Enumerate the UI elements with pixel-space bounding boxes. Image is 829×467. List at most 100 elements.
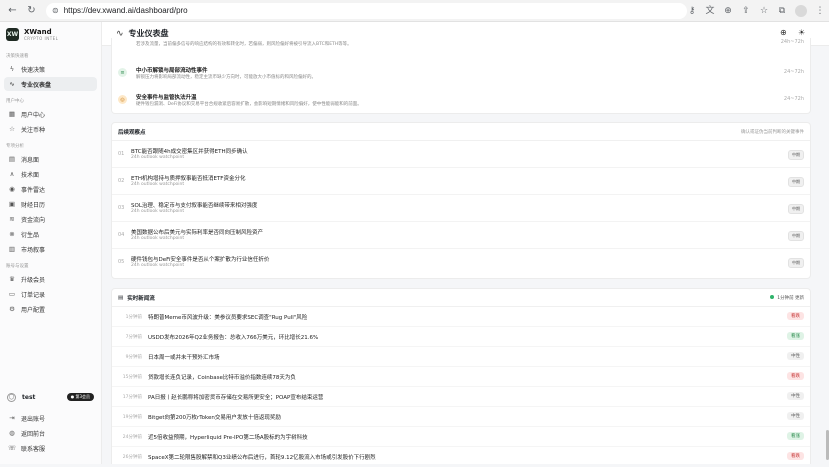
watch-tag: 中期: [788, 150, 804, 160]
news-item[interactable]: 26分钟前 SpaceX第二轮限售股解禁和Q3业绩公布后进行，首轮9.12亿股流…: [112, 447, 810, 467]
news-title: 贷款增长连负记录，Coinbase比特币溢价指数连续78天为负: [148, 375, 296, 381]
sidebar-item-upgrade[interactable]: ♛ 升级会员: [4, 272, 97, 286]
watch-item[interactable]: 04 美国数据公布后美元与实际利率是否同向压制风险资产 24h outlook …: [112, 222, 810, 249]
sidebar-item-label: 快速决策: [21, 66, 46, 74]
sidebar-item-pro-dashboard[interactable]: ∿ 专业仪表盘: [4, 77, 97, 91]
book-icon: ▥: [8, 245, 16, 253]
sidebar-item-event-radar[interactable]: ◉ 事件雷达: [4, 182, 97, 196]
news-time: 15分钟前: [122, 375, 142, 380]
alert-item[interactable]: ◎ 安全事件与监管执法升温 硬件钱包漏洞、DeFi协议和交易平台合规收紧后容易扩…: [112, 92, 810, 118]
news-item[interactable]: 24分钟前 近5倍收益预期，Hyperliquid Pre-IPO第二场A股标的…: [112, 427, 810, 447]
sidebar-section-title: 决策快速看: [6, 54, 29, 59]
sidebar-bottom-nav: ⇥ 退出账号 ◍ 返回前台 ☏ 联系客服: [0, 410, 102, 456]
sidebar-item-technical[interactable]: ∧ 技术面: [4, 167, 97, 181]
extensions-icon[interactable]: ⧉: [777, 6, 787, 16]
watch-num: 05: [118, 259, 125, 265]
watch-item[interactable]: 01 BTC能否跟随4h成交密集区并获得ETH同步确认 24h outlook …: [112, 141, 810, 168]
back-icon[interactable]: ←: [6, 4, 19, 18]
sidebar-item-label: 资金流向: [21, 216, 46, 224]
brand-logo[interactable]: XW XWand CRYPTO INTEL: [0, 22, 101, 47]
address-bar[interactable]: ⊜ https://dev.xwand.ai/dashboard/pro: [46, 2, 687, 19]
radar-icon: ◉: [9, 185, 15, 193]
risk-alerts-card: 若涉及流量，当前偏多信号的响应结构的有效和转化时，若偏弱，则风险偏好将被引导流入…: [111, 38, 811, 114]
news-item[interactable]: 9分钟前 日本周一或并未干预外汇市场 中性: [112, 347, 810, 367]
watch-title: 美国数据公布后美元与实际利率是否同向压制风险资产: [131, 230, 264, 236]
news-title: SpaceX第二轮限售股解禁和Q3业绩公布后进行，首轮9.12亿股流入市场或引发…: [148, 455, 376, 461]
watch-sub: 24h outlook watchpoint: [131, 209, 185, 214]
pulse-icon: ∿: [116, 28, 124, 39]
sentiment-badge: 中性: [787, 392, 804, 400]
share-icon[interactable]: ⇪: [741, 6, 751, 16]
news-item[interactable]: 1分钟前 特朗普Meme币风波升级：美参议员要求SEC调查"Rug Pull"风…: [112, 307, 810, 327]
news-item[interactable]: 19分钟前 Bitget向第200万枚rToken交易用户发放十倍返现奖励 中性: [112, 407, 810, 427]
sentiment-badge: 中性: [787, 412, 804, 420]
sidebar-item-quick-decision[interactable]: ϟ 快速决策: [4, 62, 97, 76]
sentiment-badge: 看跌: [787, 372, 804, 380]
menu-dots-icon[interactable]: ⋮: [815, 6, 825, 16]
alert-title: 中小币解锁与局部流动性事件: [136, 68, 208, 74]
watch-title: ETH机构增持与质押叙事能否抵消ETF资金分化: [131, 176, 246, 182]
browser-toolbar: ← ↻ ⊜ https://dev.xwand.ai/dashboard/pro…: [0, 0, 829, 22]
reload-icon[interactable]: ↻: [25, 4, 38, 18]
sidebar-section-title: 账号与设置: [6, 264, 29, 269]
gear-icon: ⚙: [9, 305, 15, 313]
globe-icon: ◍: [9, 429, 15, 437]
site-info-icon[interactable]: ⊜: [52, 6, 59, 15]
calendar-icon: ▣: [8, 200, 16, 208]
sidebar-item-derivatives[interactable]: ⊗ 衍生品: [4, 227, 97, 241]
flow-icon: ≋: [9, 215, 15, 223]
crown-icon: ♛: [9, 275, 15, 283]
sidebar-item-fund-flow[interactable]: ≋ 资金流向: [4, 212, 97, 226]
watch-item[interactable]: 02 ETH机构增持与质押叙事能否抵消ETF资金分化 24h outlook w…: [112, 168, 810, 195]
news-feed-card: ▤ 实时新闻流 1分钟前 更新 1分钟前 特朗普Meme币风波升级：美参议员要求…: [111, 288, 811, 464]
alert-item[interactable]: ≡ 中小币解锁与局部流动性事件 解锁压力将影响局部流动性，稳定主流币缺少方向时，…: [112, 65, 810, 91]
news-time: 17分钟前: [122, 395, 142, 400]
theme-toggle-icon[interactable]: ☀: [798, 28, 805, 37]
watchpoints-card: 后续观察点 确认或证伪当前判断的关键事件 01 BTC能否跟随4h成交密集区并获…: [111, 122, 811, 279]
watch-title: 硬件钱包与DeFi安全事件是否从个案扩散为行业信任折价: [131, 257, 270, 263]
sidebar-item-logout[interactable]: ⇥ 退出账号: [4, 411, 98, 425]
liquidity-icon: ≡: [118, 68, 127, 77]
sidebar-item-watchlist[interactable]: ☆ 关注币种: [4, 122, 97, 136]
profile-avatar[interactable]: [795, 4, 807, 17]
news-item[interactable]: 7分钟前 USDD发布2026年Q2业务报告：总收入766万美元，环比增长21.…: [112, 327, 810, 347]
sidebar-item-orders[interactable]: ▭ 订单记录: [4, 287, 97, 301]
sidebar-item-news[interactable]: ▤ 消息面: [4, 152, 97, 166]
sidebar-item-frontend[interactable]: ◍ 返回前台: [4, 426, 98, 440]
sidebar-item-settings[interactable]: ⚙ 用户配置: [4, 302, 97, 316]
news-title: 特朗普Meme币风波升级：美参议员要求SEC调查"Rug Pull"风险: [148, 315, 308, 321]
watch-tag: 中期: [788, 177, 804, 187]
translate-icon[interactable]: 文: [705, 6, 715, 16]
news-time: 24分钟前: [122, 435, 142, 440]
news-time: 1分钟前: [125, 315, 142, 320]
news-title: 日本周一或并未干预外汇市场: [148, 355, 220, 361]
watchpoints-header: 后续观察点 确认或证伪当前判断的关键事件: [112, 123, 810, 141]
bookmark-star-icon[interactable]: ☆: [759, 6, 769, 16]
watch-item[interactable]: 05 硬件钱包与DeFi安全事件是否从个案扩散为行业信任折价 24h outlo…: [112, 249, 810, 276]
sidebar-item-label: 事件雷达: [21, 186, 46, 194]
sidebar-item-label: 用户配置: [21, 306, 46, 314]
globe-icon[interactable]: ⊕: [780, 28, 787, 37]
star-icon: ☆: [9, 125, 15, 133]
alert-item[interactable]: 若涉及流量，当前偏多信号的响应结构的有效和转化时，若偏弱，则风险偏好将被引导流入…: [112, 38, 810, 52]
zoom-icon[interactable]: ⊕: [723, 6, 733, 16]
sentiment-badge: 看跌: [787, 312, 804, 320]
key-icon[interactable]: ⚷: [687, 6, 697, 16]
sidebar-item-support[interactable]: ☏ 联系客服: [4, 441, 98, 455]
alert-desc: 硬件钱包漏洞、DeFi协议和交易平台合规收紧后容易扩散，会影响短期情绪和风险偏好…: [136, 102, 362, 107]
sidebar-item-label: 财经日历: [21, 201, 46, 209]
watch-item[interactable]: 03 SOL治理、稳定币与支付叙事能否继续带来相对强度 24h outlook …: [112, 195, 810, 222]
news-item[interactable]: 15分钟前 贷款增长连负记录，Coinbase比特币溢价指数连续78天为负 看跌: [112, 367, 810, 387]
user-profile[interactable]: ◯ test ● 第3会员: [4, 389, 98, 405]
sidebar-item-user-center[interactable]: ▦ 用户中心: [4, 107, 97, 121]
news-status: 1分钟前 更新: [770, 294, 804, 301]
grid-icon: ▦: [8, 110, 16, 118]
news-item[interactable]: 17分钟前 PA日报丨赵长鹏称将加密货币存储在交易所更安全；POAP宣布结束运营…: [112, 387, 810, 407]
sidebar-item-calendar[interactable]: ▣ 财经日历: [4, 197, 97, 211]
sidebar-item-label: 订单记录: [21, 291, 46, 299]
news-title: 近5倍收益预期，Hyperliquid Pre-IPO第二场A股标的为宇树科技: [148, 435, 308, 441]
sidebar-item-narrative[interactable]: ▥ 市场叙事: [4, 242, 97, 256]
list-icon: ▤: [118, 294, 124, 301]
watch-title: BTC能否跟随4h成交密集区并获得ETH同步确认: [131, 149, 248, 155]
sidebar-item-label: 升级会员: [21, 276, 46, 284]
